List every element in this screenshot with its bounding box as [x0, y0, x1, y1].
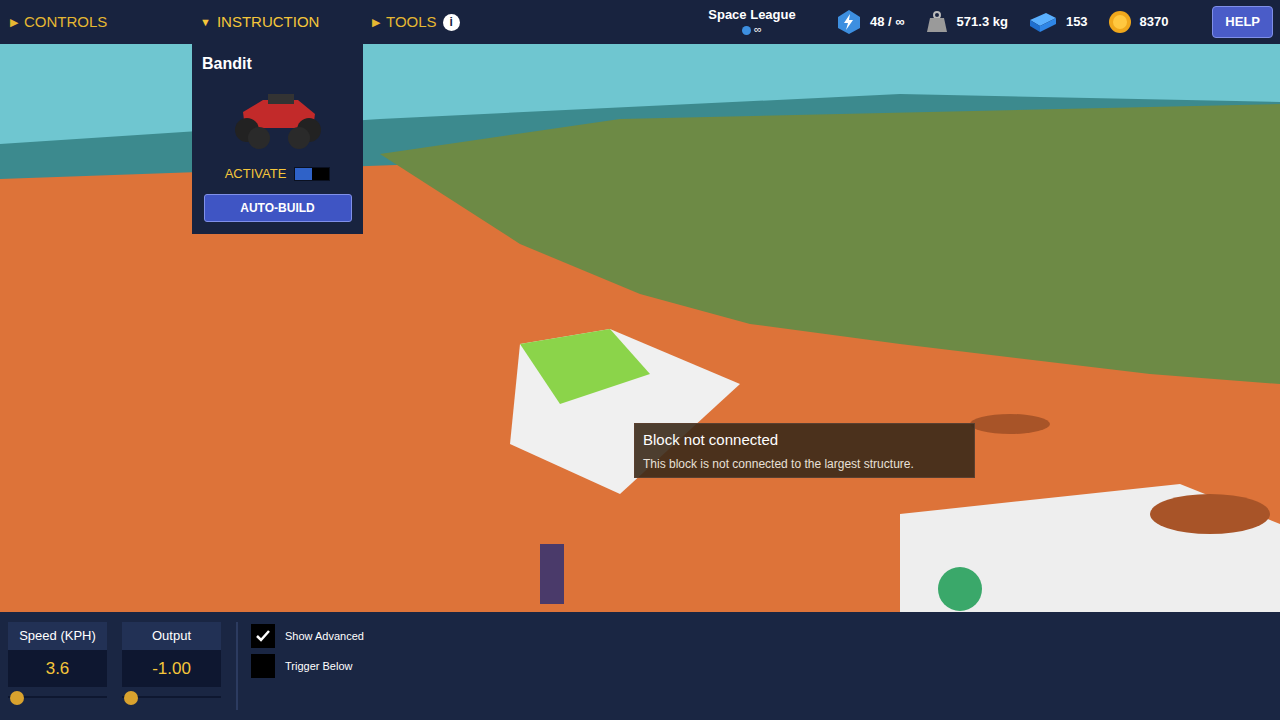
- energy-icon: [836, 9, 862, 35]
- info-icon[interactable]: i: [443, 14, 460, 31]
- top-bar: ▶CONTROLS▼INSTRUCTION▶TOOLSiSpace League…: [0, 0, 1280, 44]
- game-screen: ▶CONTROLS▼INSTRUCTION▶TOOLSiSpace League…: [0, 0, 1280, 720]
- vehicle-icon: [223, 82, 333, 152]
- vehicle-title: Bandit: [202, 52, 252, 76]
- resources: 48 / ∞ 571.3 kg 153 8370: [836, 9, 1169, 35]
- resource: 48 / ∞: [836, 9, 905, 35]
- game-view: Bandit ACTIVATE AUTO-BUILD Block not connec…: [0, 44, 1280, 612]
- slider-track[interactable]: [8, 691, 107, 703]
- checkbox-list: Show Advanced Trigger Below: [251, 622, 364, 678]
- divider: [236, 622, 238, 710]
- checkbox-row[interactable]: Show Advanced: [251, 624, 364, 648]
- instruction-panel: Bandit ACTIVATE AUTO-BUILD: [192, 44, 363, 234]
- bottom-panel: Speed (KPH)3.6Output-1.00 Show Advanced Tr…: [0, 612, 1280, 720]
- league-icon: [742, 26, 751, 35]
- checkbox[interactable]: [251, 654, 275, 678]
- coin-icon: [1108, 10, 1132, 34]
- check-icon: [255, 628, 271, 644]
- resource: 571.3 kg: [925, 10, 1008, 34]
- activate-toggle[interactable]: [294, 167, 330, 181]
- arrow-icon: ▶: [10, 14, 18, 31]
- resource: 153: [1028, 10, 1088, 34]
- resource: 8370: [1108, 10, 1169, 34]
- league: Space League∞: [672, 7, 832, 37]
- menu-tab[interactable]: ▶TOOLSi: [372, 11, 672, 34]
- checkbox[interactable]: [251, 624, 275, 648]
- menu-tab[interactable]: ▶CONTROLS: [10, 11, 200, 34]
- auto-build-button[interactable]: AUTO-BUILD: [204, 194, 352, 222]
- tooltip: Block not connectedThis block is not con…: [634, 423, 975, 478]
- weight-icon: [925, 10, 949, 34]
- slider-box: Output-1.00: [122, 622, 221, 703]
- arrow-icon: ▼: [200, 14, 211, 31]
- checkbox-row[interactable]: Trigger Below: [251, 654, 364, 678]
- block-icon: [1028, 10, 1058, 34]
- menu-tab[interactable]: ▼INSTRUCTION: [200, 11, 372, 34]
- slider-track[interactable]: [122, 691, 221, 703]
- slider-box: Speed (KPH)3.6: [8, 622, 107, 703]
- arrow-icon: ▶: [372, 14, 380, 31]
- activate-row: ACTIVATE: [225, 164, 331, 184]
- help-button[interactable]: HELP: [1212, 6, 1273, 38]
